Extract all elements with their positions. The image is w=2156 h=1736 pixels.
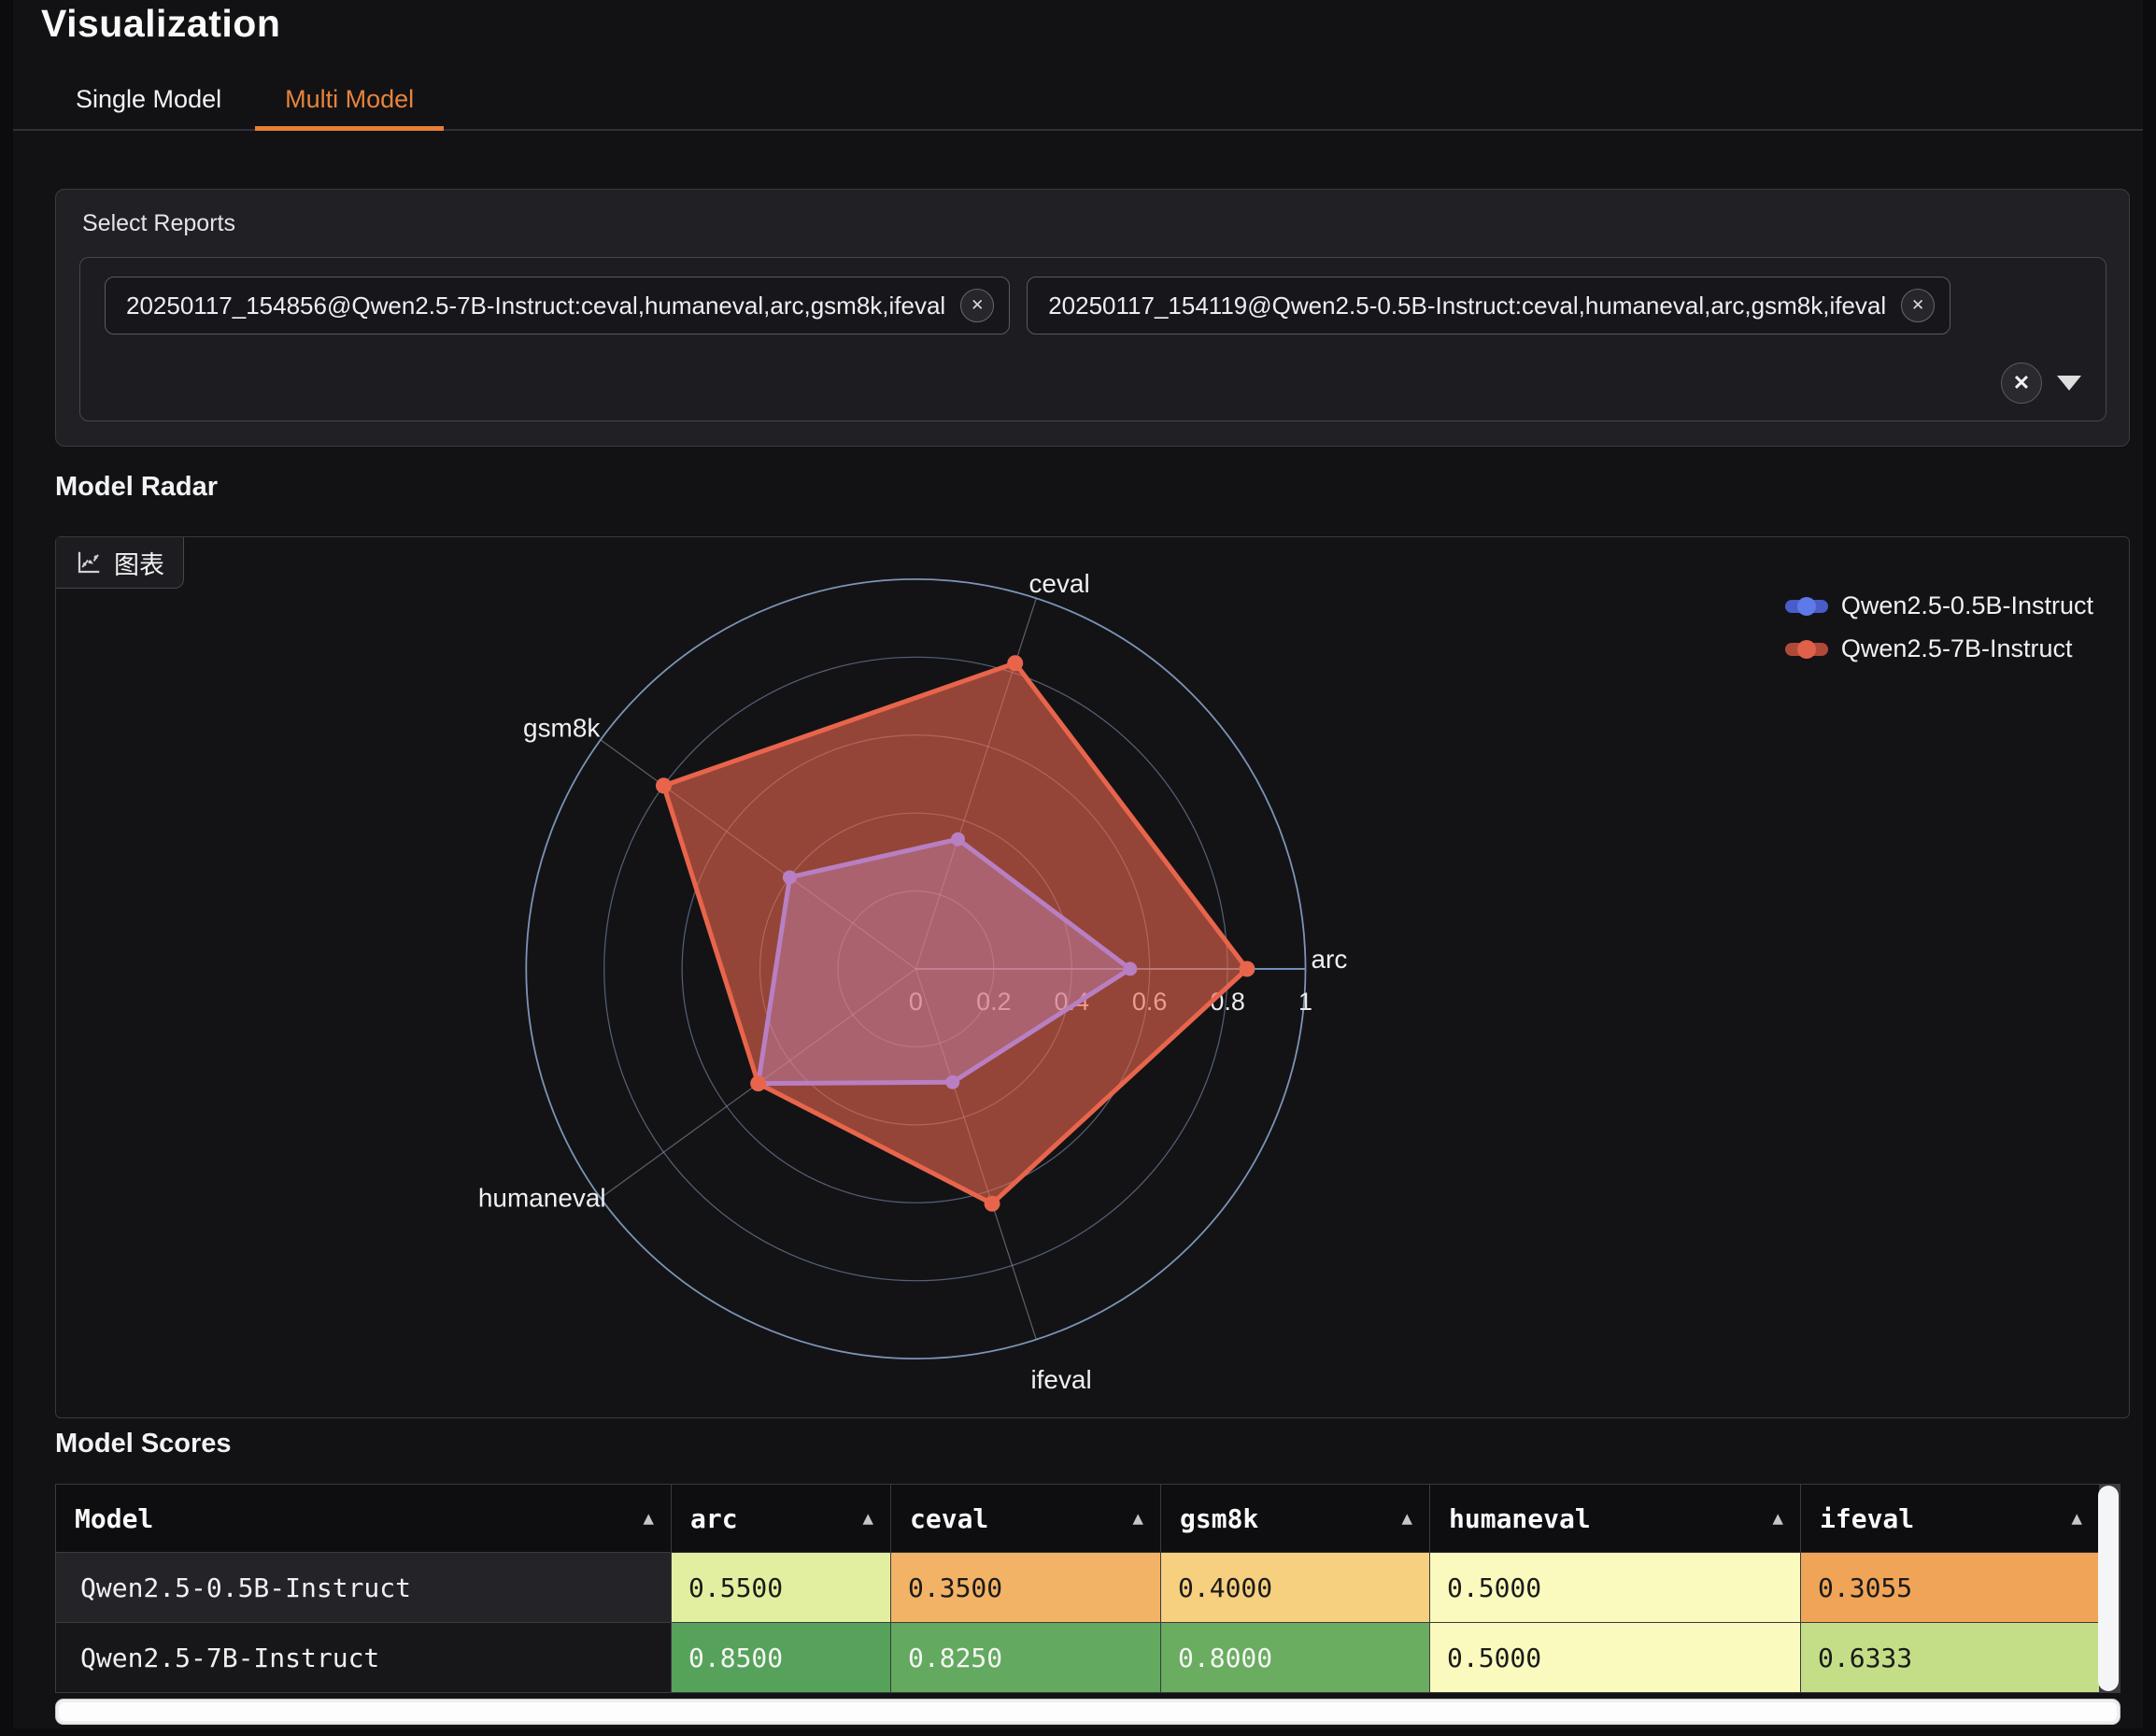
score-cell: 0.8500 <box>672 1623 890 1692</box>
sort-asc-icon: ▲ <box>1773 1508 1783 1529</box>
svg-text:arc: arc <box>1312 945 1348 974</box>
column-header-arc[interactable]: arc ▲ <box>672 1485 890 1552</box>
sort-asc-icon: ▲ <box>1133 1508 1143 1529</box>
radar-chart: 00.20.40.60.81arccevalgsm8khumanevalifev… <box>56 537 2129 1417</box>
selected-report-tags: 20250117_154856@Qwen2.5-7B-Instruct:ceva… <box>105 277 1950 334</box>
model-name-cell: Qwen2.5-7B-Instruct <box>56 1623 671 1692</box>
column-header-ceval[interactable]: ceval ▲ <box>891 1485 1160 1552</box>
chart-legend: Qwen2.5-0.5B-Instruct Qwen2.5-7B-Instruc… <box>1785 591 2093 663</box>
sort-asc-icon: ▲ <box>863 1508 873 1529</box>
svg-text:ifeval: ifeval <box>1030 1365 1091 1394</box>
column-header-ifeval[interactable]: ifeval ▲ <box>1801 1485 2099 1552</box>
score-cell: 0.5000 <box>1430 1623 1800 1692</box>
legend-marker-blue <box>1785 600 1828 613</box>
score-cell: 0.8000 <box>1161 1623 1429 1692</box>
svg-text:humaneval: humaneval <box>478 1183 606 1212</box>
score-cell: 0.6333 <box>1801 1623 2099 1692</box>
legend-dot-icon <box>1797 597 1816 616</box>
score-cell: 0.8250 <box>891 1623 1160 1692</box>
column-header-model[interactable]: Model ▲ <box>56 1485 671 1552</box>
report-multiselect[interactable]: 20250117_154856@Qwen2.5-7B-Instruct:ceva… <box>79 257 2106 421</box>
scores-section-heading: Model Scores <box>55 1429 232 1459</box>
model-name-cell: Qwen2.5-0.5B-Instruct <box>56 1553 671 1622</box>
remove-tag-icon[interactable]: ✕ <box>1901 289 1935 322</box>
chart-tab-label: 图表 <box>114 545 164 581</box>
score-cell: 0.3055 <box>1801 1553 2099 1622</box>
select-reports-label: Select Reports <box>82 210 235 237</box>
chevron-down-icon[interactable] <box>2057 376 2081 391</box>
legend-marker-red <box>1785 643 1828 656</box>
legend-item-qwen7b[interactable]: Qwen2.5-7B-Instruct <box>1785 634 2093 663</box>
legend-label: Qwen2.5-7B-Instruct <box>1841 634 2073 663</box>
select-reports-panel: Select Reports 20250117_154856@Qwen2.5-7… <box>55 189 2130 447</box>
scrollbar-thumb[interactable] <box>59 1702 2117 1721</box>
tab-single-model[interactable]: Single Model <box>57 85 240 129</box>
legend-item-qwen05b[interactable]: Qwen2.5-0.5B-Instruct <box>1785 591 2093 620</box>
model-scores-table: Model ▲ arc ▲ ceval ▲ gsm8k ▲ humaneval … <box>55 1484 2121 1693</box>
horizontal-scrollbar[interactable] <box>55 1699 2121 1725</box>
score-cell: 0.3500 <box>891 1553 1160 1622</box>
sort-asc-icon: ▲ <box>1402 1508 1412 1529</box>
report-tag[interactable]: 20250117_154856@Qwen2.5-7B-Instruct:ceva… <box>105 277 1010 334</box>
column-header-humaneval[interactable]: humaneval ▲ <box>1430 1485 1800 1552</box>
remove-tag-icon[interactable]: ✕ <box>960 289 994 322</box>
tab-bar: Single Model Multi Model <box>13 0 2143 131</box>
report-tag[interactable]: 20250117_154119@Qwen2.5-0.5B-Instruct:ce… <box>1027 277 1950 334</box>
clear-all-icon[interactable]: ✕ <box>2001 363 2042 404</box>
svg-text:1: 1 <box>1298 988 1312 1016</box>
svg-text:gsm8k: gsm8k <box>523 714 601 743</box>
dropdown-controls: ✕ <box>2001 363 2081 404</box>
svg-text:ceval: ceval <box>1028 569 1089 598</box>
scores-grid: Model ▲ arc ▲ ceval ▲ gsm8k ▲ humaneval … <box>56 1485 2099 1692</box>
chart-tab-button[interactable]: 图表 <box>56 537 184 589</box>
radar-section-heading: Model Radar <box>55 472 218 503</box>
sort-asc-icon: ▲ <box>2072 1508 2082 1529</box>
report-tag-label: 20250117_154119@Qwen2.5-0.5B-Instruct:ce… <box>1048 292 1886 320</box>
vertical-scrollbar[interactable] <box>2098 1486 2119 1691</box>
sort-asc-icon: ▲ <box>644 1508 654 1529</box>
score-cell: 0.4000 <box>1161 1553 1429 1622</box>
report-tag-label: 20250117_154856@Qwen2.5-7B-Instruct:ceva… <box>126 292 945 320</box>
score-cell: 0.5500 <box>672 1553 890 1622</box>
line-chart-icon <box>75 548 103 576</box>
legend-dot-icon <box>1797 640 1816 659</box>
column-header-gsm8k[interactable]: gsm8k ▲ <box>1161 1485 1429 1552</box>
legend-label: Qwen2.5-0.5B-Instruct <box>1841 591 2093 620</box>
radar-chart-panel: 图表 00.20.40.60.81arccevalgsm8khumanevali… <box>55 536 2130 1418</box>
tab-multi-model[interactable]: Multi Model <box>255 85 444 131</box>
score-cell: 0.5000 <box>1430 1553 1800 1622</box>
